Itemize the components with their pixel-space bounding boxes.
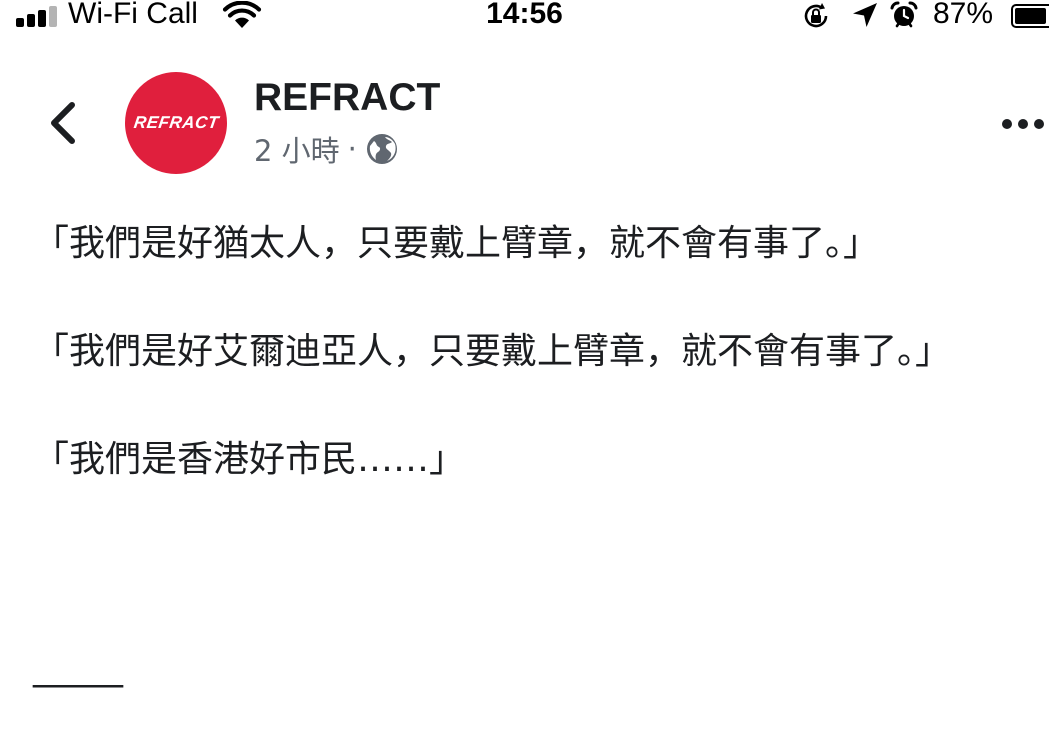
alarm-icon <box>890 1 918 28</box>
more-options-button[interactable] <box>999 110 1047 138</box>
post-divider: _____ <box>33 647 123 688</box>
post-timestamp[interactable]: 2 小時 <box>254 128 340 170</box>
post-paragraph-3: 「我們是香港好市民……」 <box>33 439 466 480</box>
rotation-lock-icon <box>804 3 828 28</box>
refract-logo: REFRACT <box>132 113 220 132</box>
post-body: 「我們是好猶太人，只要戴上臂章，就不會有事了。」 「我們是好艾爾迪亞人，只要戴上… <box>33 216 1033 540</box>
post-paragraph-2: 「我們是好艾爾迪亞人，只要戴上臂章，就不會有事了。」 <box>33 331 952 372</box>
battery-percent: 87% <box>933 0 994 30</box>
back-button[interactable] <box>40 97 84 149</box>
battery-icon <box>1011 4 1049 28</box>
post-paragraph-1: 「我們是好猶太人，只要戴上臂章，就不會有事了。」 <box>33 223 880 264</box>
meta-separator: · <box>347 132 357 166</box>
avatar[interactable]: REFRACT <box>125 72 227 174</box>
page-name[interactable]: REFRACT <box>254 76 440 120</box>
globe-icon[interactable] <box>365 132 399 166</box>
post-meta: 2 小時 · <box>254 130 399 168</box>
status-bar: Wi-Fi Call 14:56 87% <box>0 0 1049 34</box>
location-icon <box>853 3 877 27</box>
